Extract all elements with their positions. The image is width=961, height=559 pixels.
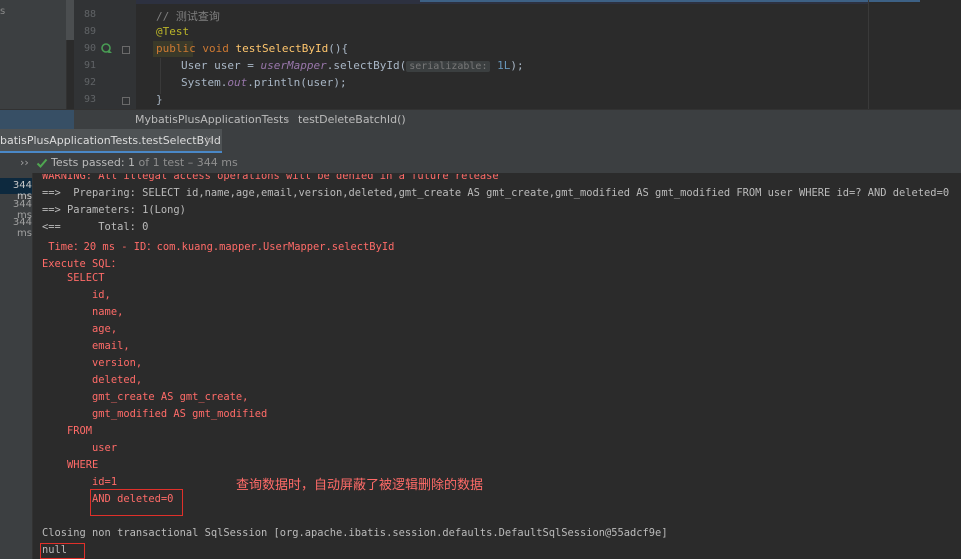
annotation-note: 查询数据时，自动屏蔽了被逻辑删除的数据	[236, 478, 484, 493]
tests-passed-label: Tests passed:	[51, 156, 129, 169]
code-text: .selectById(	[326, 59, 407, 72]
sql-line: email,	[42, 340, 130, 352]
run-tab[interactable]: batisPlusApplicationTests.testSelectById…	[0, 129, 222, 153]
test-tree-panel: 344 ms 344 ms 344 ms	[0, 173, 33, 559]
console-preparing: ==> Preparing: SELECT id,name,age,email,…	[42, 187, 950, 199]
line-number: 91	[83, 60, 96, 71]
run-tab-label: batisPlusApplicationTests.testSelectById	[0, 134, 221, 147]
code-field: out	[227, 76, 248, 89]
console-parameters: ==> Parameters: 1(Long)	[42, 204, 186, 216]
code-keyword: void	[202, 42, 229, 55]
code-number: 1L	[497, 59, 511, 72]
fold-marker-icon[interactable]	[122, 46, 130, 54]
project-scrollbar[interactable]	[66, 0, 74, 40]
code-line-90: public void testSelectById(){	[156, 42, 348, 55]
sql-line: name,	[42, 306, 124, 318]
breadcrumb-class[interactable]: MybatisPlusApplicationTests	[135, 113, 289, 126]
code-line-93: }	[156, 93, 163, 106]
code-line-88: // 测试查询	[156, 8, 220, 24]
sql-line: user	[42, 442, 118, 454]
console-execute-sql: Execute SQL：	[42, 258, 122, 270]
code-comment: // 测试查询	[156, 10, 220, 23]
code-line-89: @Test	[156, 25, 189, 38]
line-number: 93	[83, 94, 96, 105]
console-time: Time：20 ms - ID：com.kuang.mapper.UserMap…	[42, 241, 395, 253]
sql-line: id=1	[42, 476, 118, 488]
expand-chevron-icon[interactable]: ››	[20, 156, 29, 169]
deleted-filter-highlight-box	[90, 489, 183, 516]
close-icon[interactable]: ×	[204, 133, 214, 147]
code-text: );	[510, 59, 524, 72]
code-text: (){	[328, 42, 349, 55]
test-tree-time[interactable]: 344 ms	[0, 217, 32, 239]
check-icon	[36, 158, 48, 168]
sql-line: gmt_modified AS gmt_modified	[42, 408, 268, 420]
run-tool-window-tabs: batisPlusApplicationTests.testSelectById…	[0, 129, 961, 154]
code-field: userMapper	[260, 59, 327, 72]
sql-line: version,	[42, 357, 143, 369]
right-margin-guide	[868, 0, 869, 109]
code-method-name: testSelectById	[235, 42, 329, 55]
code-text: System.	[181, 76, 228, 89]
test-status-bar: ›› Tests passed: 1 of 1 test – 344 ms	[0, 153, 961, 173]
breadcrumb: MybatisPlusApplicationTests › testDelete…	[0, 109, 961, 130]
line-number: 92	[83, 77, 96, 88]
tests-passed-count: 1	[128, 156, 136, 169]
null-result-highlight-box	[40, 543, 85, 559]
sql-line: deleted,	[42, 374, 143, 386]
sql-line: SELECT	[42, 272, 105, 284]
line-number: 90	[83, 43, 96, 54]
sql-line: age,	[42, 323, 118, 335]
line-number: 89	[83, 26, 96, 37]
console-total: <== Total: 0	[42, 221, 149, 233]
code-text: User user =	[181, 59, 261, 72]
code-line-91: User user = userMapper.selectById(serial…	[181, 59, 524, 72]
sql-line: FROM	[42, 425, 93, 437]
tests-passed-summary: of 1 test – 344 ms	[135, 156, 238, 169]
line-number: 88	[83, 9, 96, 20]
code-editor[interactable]	[0, 0, 961, 109]
breadcrumb-left-strip	[0, 110, 74, 130]
breadcrumb-separator: ›	[285, 113, 290, 126]
code-annotation: @Test	[156, 25, 190, 38]
console-closing: Closing non transactional SqlSession [or…	[42, 527, 668, 539]
fold-marker-icon[interactable]	[122, 97, 130, 105]
tests-passed-text: Tests passed: 1 of 1 test – 344 ms	[51, 156, 238, 169]
project-panel-strip[interactable]: s	[0, 0, 67, 109]
run-test-gutter-icon[interactable]	[101, 42, 113, 54]
code-line-92: System.out.println(user);	[181, 76, 347, 89]
sql-line: WHERE	[42, 459, 99, 471]
sql-line: id,	[42, 289, 111, 301]
code-text: }	[156, 93, 163, 106]
parameter-hint: serializable:	[406, 61, 491, 72]
breadcrumb-method[interactable]: testDeleteBatchId()	[298, 113, 406, 126]
selection-indicator	[420, 0, 920, 2]
code-keyword: public	[156, 42, 196, 55]
project-panel-label: s	[0, 6, 6, 17]
sql-line: gmt_create AS gmt_create,	[42, 391, 249, 403]
code-text: .println(user);	[247, 76, 347, 89]
indent-guide	[160, 58, 161, 94]
